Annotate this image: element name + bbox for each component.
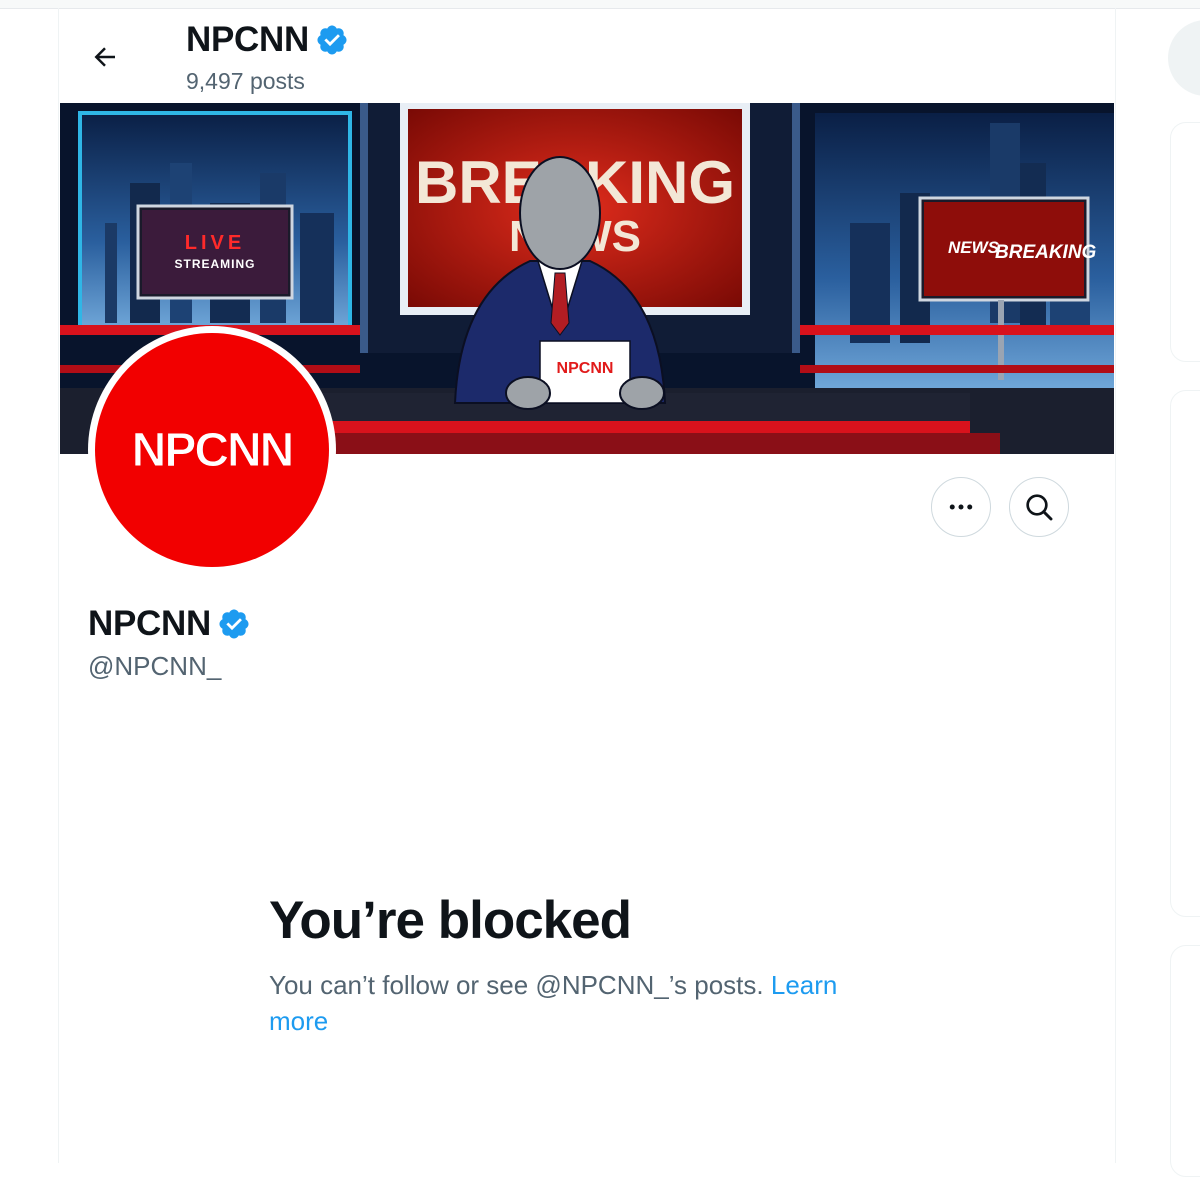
search-profile-button[interactable] [1009,477,1069,537]
more-button[interactable] [931,477,991,537]
banner-live-text: LIVE [185,232,245,254]
blocked-message: You can’t follow or see @NPCNN_’s posts.… [269,967,869,1039]
blocked-title: You’re blocked [269,891,632,950]
more-icon [949,504,973,510]
column-border-left [58,8,59,1163]
banner-streaming-text: STREAMING [175,257,256,271]
back-arrow-icon [94,47,115,67]
right-sidebar-card [1170,945,1200,1177]
banner-right-news-text: NEWS [948,238,1000,257]
avatar-logo-text: NPCNN [131,423,295,477]
profile-name-text: NPCNN [88,604,211,643]
browser-top-edge [0,0,1200,9]
verified-badge-icon [317,25,347,55]
verified-badge-icon [219,609,249,639]
header-posts-count: 9,497 posts [186,68,305,94]
profile-handle: @NPCNN_ [88,651,222,681]
blocked-message-text: You can’t follow or see @NPCNN_’s posts. [269,970,771,1000]
search-icon [1026,494,1053,521]
banner-right-breaking-text: BREAKING [995,242,1097,263]
avatar-logo: NPCNN [95,333,329,567]
header-account-name: NPCNN [186,20,349,60]
column-border-right [1115,8,1116,1163]
banner-desk-card-text: NPCNN [557,360,614,377]
right-sidebar-card [1170,390,1200,917]
back-button[interactable] [78,30,132,84]
right-sidebar-card [1170,122,1200,362]
right-search-bar[interactable] [1168,20,1200,96]
profile-avatar[interactable]: NPCNN [88,326,336,574]
profile-display-name: NPCNN [88,604,251,644]
header-name-text: NPCNN [186,20,309,59]
